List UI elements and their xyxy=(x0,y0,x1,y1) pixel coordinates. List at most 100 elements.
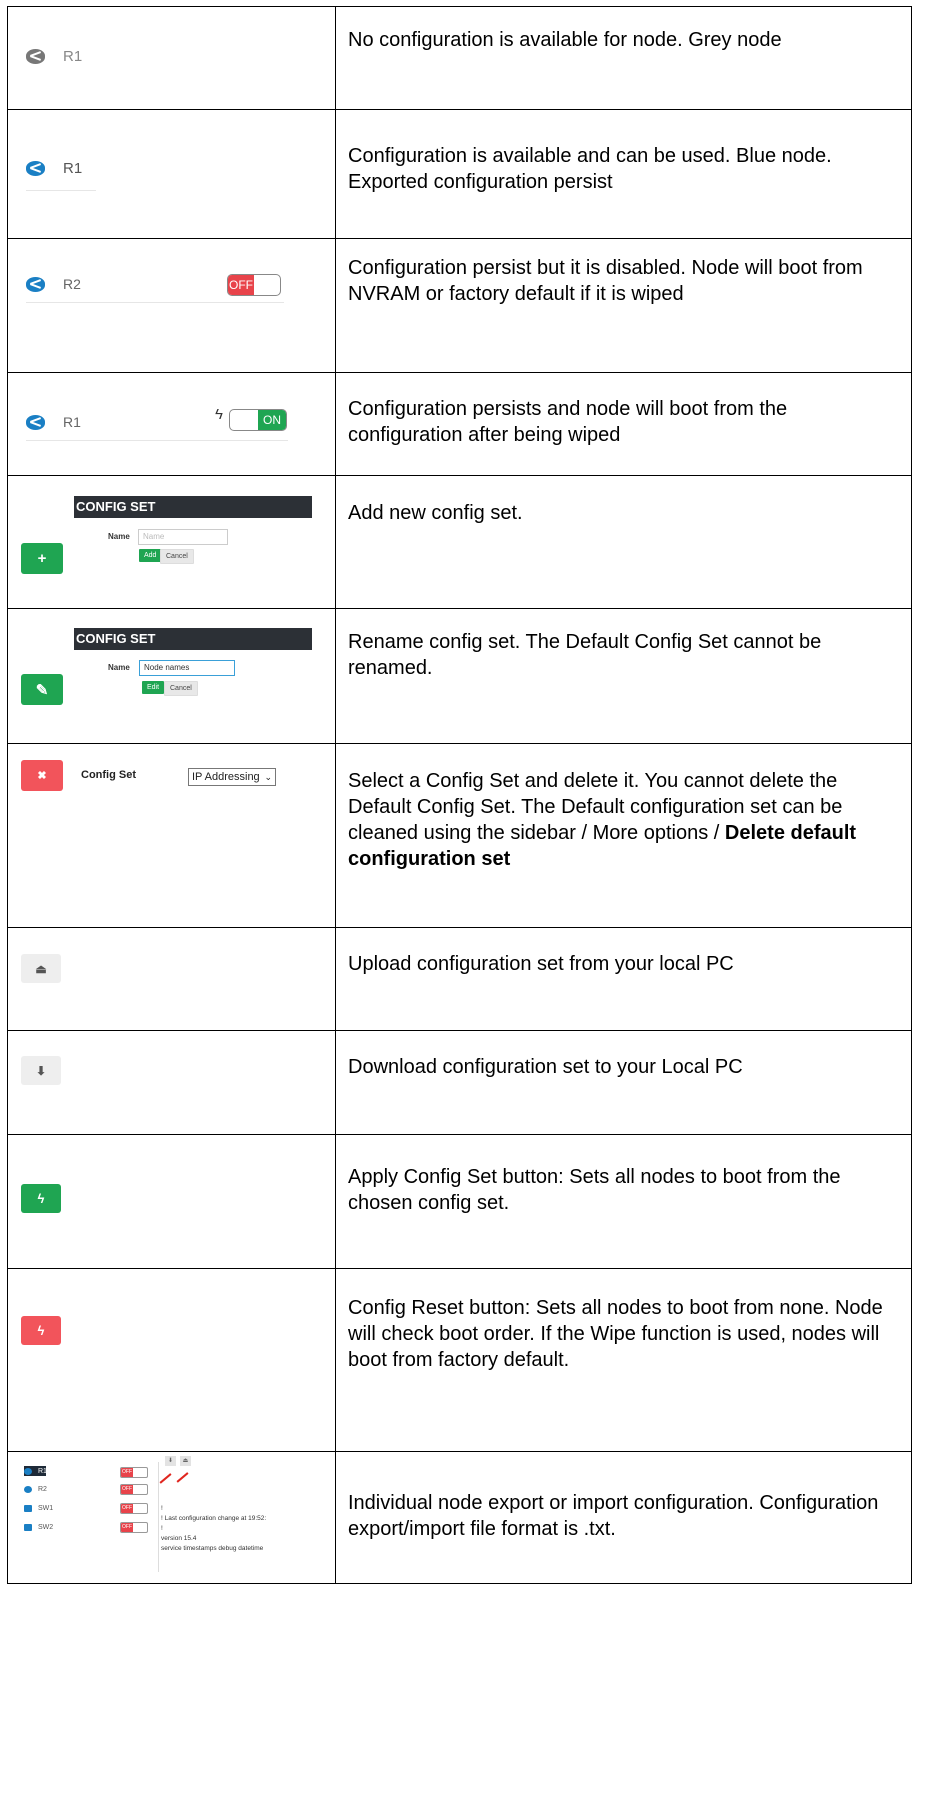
config-text-line: ! Last configuration change at 19:52: xyxy=(161,1515,267,1522)
mini-node-label: SW2 xyxy=(38,1523,54,1531)
mini-node-label: R2 xyxy=(38,1485,47,1493)
config-toggle-on[interactable]: ON xyxy=(229,409,287,431)
table-row: CONFIG SET Name Node names Edit Cancel ✎… xyxy=(7,608,912,744)
apply-config-set-button[interactable]: ϟ xyxy=(21,1184,61,1213)
config-reset-button[interactable]: ϟ xyxy=(21,1316,61,1345)
table-row: R2 OFF Configuration persist but it is d… xyxy=(7,238,912,373)
mini-node-row[interactable]: SW2 xyxy=(24,1520,53,1534)
description-cell: Config Reset button: Sets all nodes to b… xyxy=(335,1268,912,1452)
config-text-line: version 15.4 xyxy=(161,1535,197,1542)
mini-toggle-label: OFF xyxy=(121,1485,133,1494)
add-config-set-button[interactable]: + xyxy=(21,543,63,574)
name-label: Name xyxy=(108,532,130,541)
mini-node-label: SW1 xyxy=(38,1504,54,1512)
switch-icon xyxy=(24,1504,32,1512)
table-row: R1 No configuration is available for nod… xyxy=(7,6,912,110)
select-value: IP Addressing xyxy=(192,771,260,783)
plus-icon: + xyxy=(37,550,47,567)
config-toggle-off[interactable]: OFF xyxy=(227,274,281,296)
node-item-enabled: R1 xyxy=(26,414,81,430)
divider xyxy=(158,1462,159,1572)
mini-node-row[interactable]: SW1 xyxy=(24,1501,53,1515)
add-button[interactable]: Add xyxy=(139,549,162,562)
router-icon xyxy=(26,276,45,292)
description-cell: Configuration is available and can be us… xyxy=(335,109,912,239)
config-text-line: service timestamps debug datetime xyxy=(161,1545,264,1552)
upload-icon: ⏏ xyxy=(182,1458,189,1464)
mini-toggle-off[interactable]: OFF xyxy=(120,1467,148,1478)
switch-icon xyxy=(24,1523,32,1531)
edit-button[interactable]: Edit xyxy=(142,681,165,694)
arrow-icon xyxy=(159,1473,172,1484)
table-row: ⬇ Download configuration set to your Loc… xyxy=(7,1030,912,1135)
arrow-icon xyxy=(176,1472,189,1483)
table-row: ✖ Config Set IP Addressing ⌄ Select a Co… xyxy=(7,743,912,928)
table-row: ⏏ Upload configuration set from your loc… xyxy=(7,927,912,1031)
mini-node-label: R1 xyxy=(38,1467,47,1475)
node-label: R2 xyxy=(63,276,81,292)
config-text-line: ! xyxy=(161,1505,163,1512)
node-label: R1 xyxy=(63,160,83,177)
mini-node-row[interactable]: R2 xyxy=(24,1482,47,1496)
description-cell: Configuration persist but it is disabled… xyxy=(335,238,912,373)
cancel-button[interactable]: Cancel xyxy=(160,549,194,564)
rename-config-set-button[interactable]: ✎ xyxy=(21,674,63,705)
mini-node-row[interactable]: R1 xyxy=(24,1464,47,1478)
router-icon xyxy=(26,414,45,430)
mini-toggle-label: OFF xyxy=(121,1468,133,1477)
node-label: R1 xyxy=(63,414,81,430)
chevron-down-icon: ⌄ xyxy=(264,772,272,782)
router-icon xyxy=(26,49,45,64)
upload-node-config-button[interactable]: ⏏ xyxy=(180,1456,191,1466)
table-row: ϟ Apply Config Set button: Sets all node… xyxy=(7,1134,912,1269)
bolt-icon: ϟ xyxy=(37,1323,45,1338)
edit-icon: ✎ xyxy=(35,681,49,699)
bolt-icon: ϟ xyxy=(37,1191,45,1206)
mini-toggle-label: OFF xyxy=(121,1504,133,1513)
router-icon xyxy=(26,161,45,176)
name-label: Name xyxy=(108,663,130,672)
cancel-button[interactable]: Cancel xyxy=(164,681,198,696)
name-input[interactable]: Name xyxy=(138,529,228,545)
rename-input[interactable]: Node names xyxy=(139,660,235,676)
config-set-select[interactable]: IP Addressing ⌄ xyxy=(188,768,276,786)
node-export-import-preview: R1 R2 SW1 SW2 OFF OFF OFF OFF ⬇ ⏏ ! ! La… xyxy=(20,1456,330,1572)
toggle-off-label: OFF xyxy=(228,275,254,295)
divider xyxy=(26,190,96,191)
divider xyxy=(26,302,284,303)
config-set-panel-title: CONFIG SET xyxy=(74,628,312,650)
config-text-line: ! xyxy=(161,1525,163,1532)
router-icon xyxy=(24,1467,32,1475)
config-set-panel-title: CONFIG SET xyxy=(74,496,312,518)
router-icon xyxy=(24,1485,32,1493)
download-node-config-button[interactable]: ⬇ xyxy=(165,1456,176,1466)
node-item-grey: R1 xyxy=(26,48,82,65)
table-row: R1 R2 SW1 SW2 OFF OFF OFF OFF ⬇ ⏏ ! ! La… xyxy=(7,1451,912,1584)
mini-toggle-off[interactable]: OFF xyxy=(120,1503,148,1514)
table-row: R1 ϟ ON Configuration persists and node … xyxy=(7,372,912,476)
table-row: R1 Configuration is available and can be… xyxy=(7,109,912,239)
mini-toggle-off[interactable]: OFF xyxy=(120,1522,148,1533)
upload-icon: ⏏ xyxy=(35,961,47,976)
node-item-blue: R1 xyxy=(26,160,82,177)
download-config-set-button[interactable]: ⬇ xyxy=(21,1056,61,1085)
divider xyxy=(26,440,288,441)
node-label: R1 xyxy=(63,48,83,65)
description-cell: Upload configuration set from your local… xyxy=(335,927,912,1031)
description-cell: Individual node export or import configu… xyxy=(335,1451,912,1584)
delete-icon: ✖ xyxy=(37,770,47,782)
toggle-on-label: ON xyxy=(258,410,286,430)
description-cell: Add new config set. xyxy=(335,475,912,609)
download-icon: ⬇ xyxy=(167,1458,174,1464)
description-cell: Select a Config Set and delete it. You c… xyxy=(335,743,912,928)
mini-toggle-label: OFF xyxy=(121,1523,133,1532)
download-icon: ⬇ xyxy=(35,1063,47,1078)
description-cell: Configuration persists and node will boo… xyxy=(335,372,912,476)
delete-config-set-button[interactable]: ✖ xyxy=(21,760,63,791)
mini-toggle-off[interactable]: OFF xyxy=(120,1484,148,1495)
bolt-icon: ϟ xyxy=(215,406,223,423)
upload-config-set-button[interactable]: ⏏ xyxy=(21,954,61,983)
table-row: CONFIG SET Name Name Add Cancel + Add ne… xyxy=(7,475,912,609)
legend-table: R1 No configuration is available for nod… xyxy=(7,6,912,1584)
config-set-label: Config Set xyxy=(81,769,136,781)
